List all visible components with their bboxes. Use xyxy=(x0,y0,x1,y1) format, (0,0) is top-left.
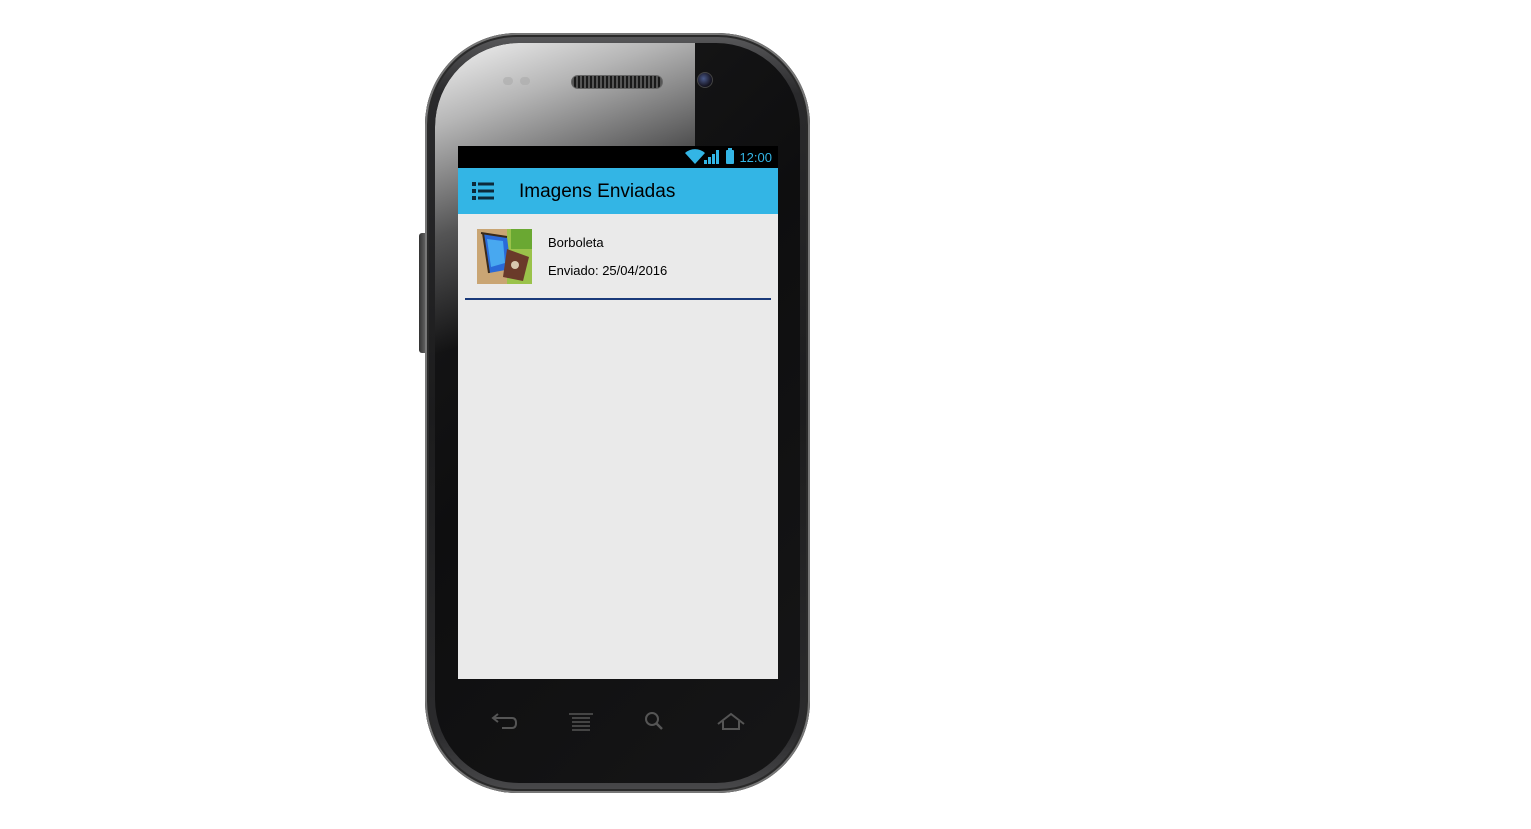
signal-icon xyxy=(704,150,719,164)
item-sent-date: Enviado: 25/04/2016 xyxy=(548,263,668,278)
front-camera-icon xyxy=(697,72,713,88)
item-title: Borboleta xyxy=(548,235,604,250)
phone-screen: 12:00 Imagens Enviadas Borboleta Enviado… xyxy=(458,146,778,679)
app-bar: Imagens Enviadas xyxy=(458,168,778,214)
light-sensor xyxy=(520,77,530,85)
search-icon[interactable] xyxy=(640,710,670,734)
recent-apps-icon[interactable] xyxy=(566,710,596,734)
list-item[interactable]: Borboleta Enviado: 25/04/2016 xyxy=(465,214,771,300)
back-icon[interactable] xyxy=(488,710,518,734)
earpiece-speaker xyxy=(571,75,663,89)
proximity-sensor xyxy=(503,77,513,85)
wifi-icon xyxy=(685,149,705,164)
status-time: 12:00 xyxy=(739,150,772,165)
battery-icon xyxy=(726,148,734,164)
list-menu-icon[interactable] xyxy=(472,181,496,201)
page-title: Imagens Enviadas xyxy=(519,181,676,202)
status-bar: 12:00 xyxy=(458,146,778,168)
butterfly-thumbnail xyxy=(477,229,532,284)
home-icon[interactable] xyxy=(716,710,746,734)
